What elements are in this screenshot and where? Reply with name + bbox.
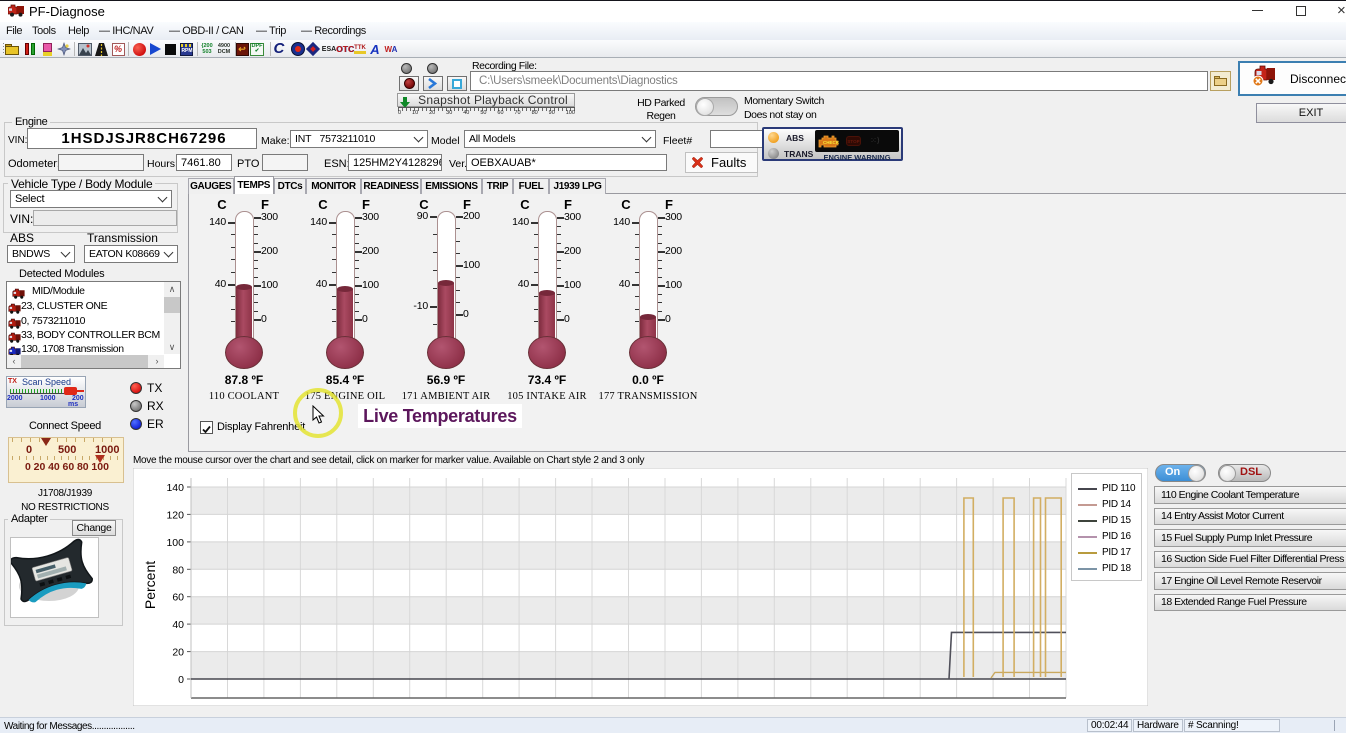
svg-text:80: 80 xyxy=(172,564,184,576)
svg-text:Percent: Percent xyxy=(142,561,158,609)
svg-text:20: 20 xyxy=(172,647,184,659)
svg-text:120: 120 xyxy=(166,509,184,521)
svg-text:140: 140 xyxy=(166,482,184,494)
svg-text:40: 40 xyxy=(172,619,184,631)
svg-text:0: 0 xyxy=(178,674,184,686)
svg-text:CHECK: CHECK xyxy=(823,140,840,145)
svg-text:100: 100 xyxy=(166,537,184,549)
svg-text:60: 60 xyxy=(172,592,184,604)
